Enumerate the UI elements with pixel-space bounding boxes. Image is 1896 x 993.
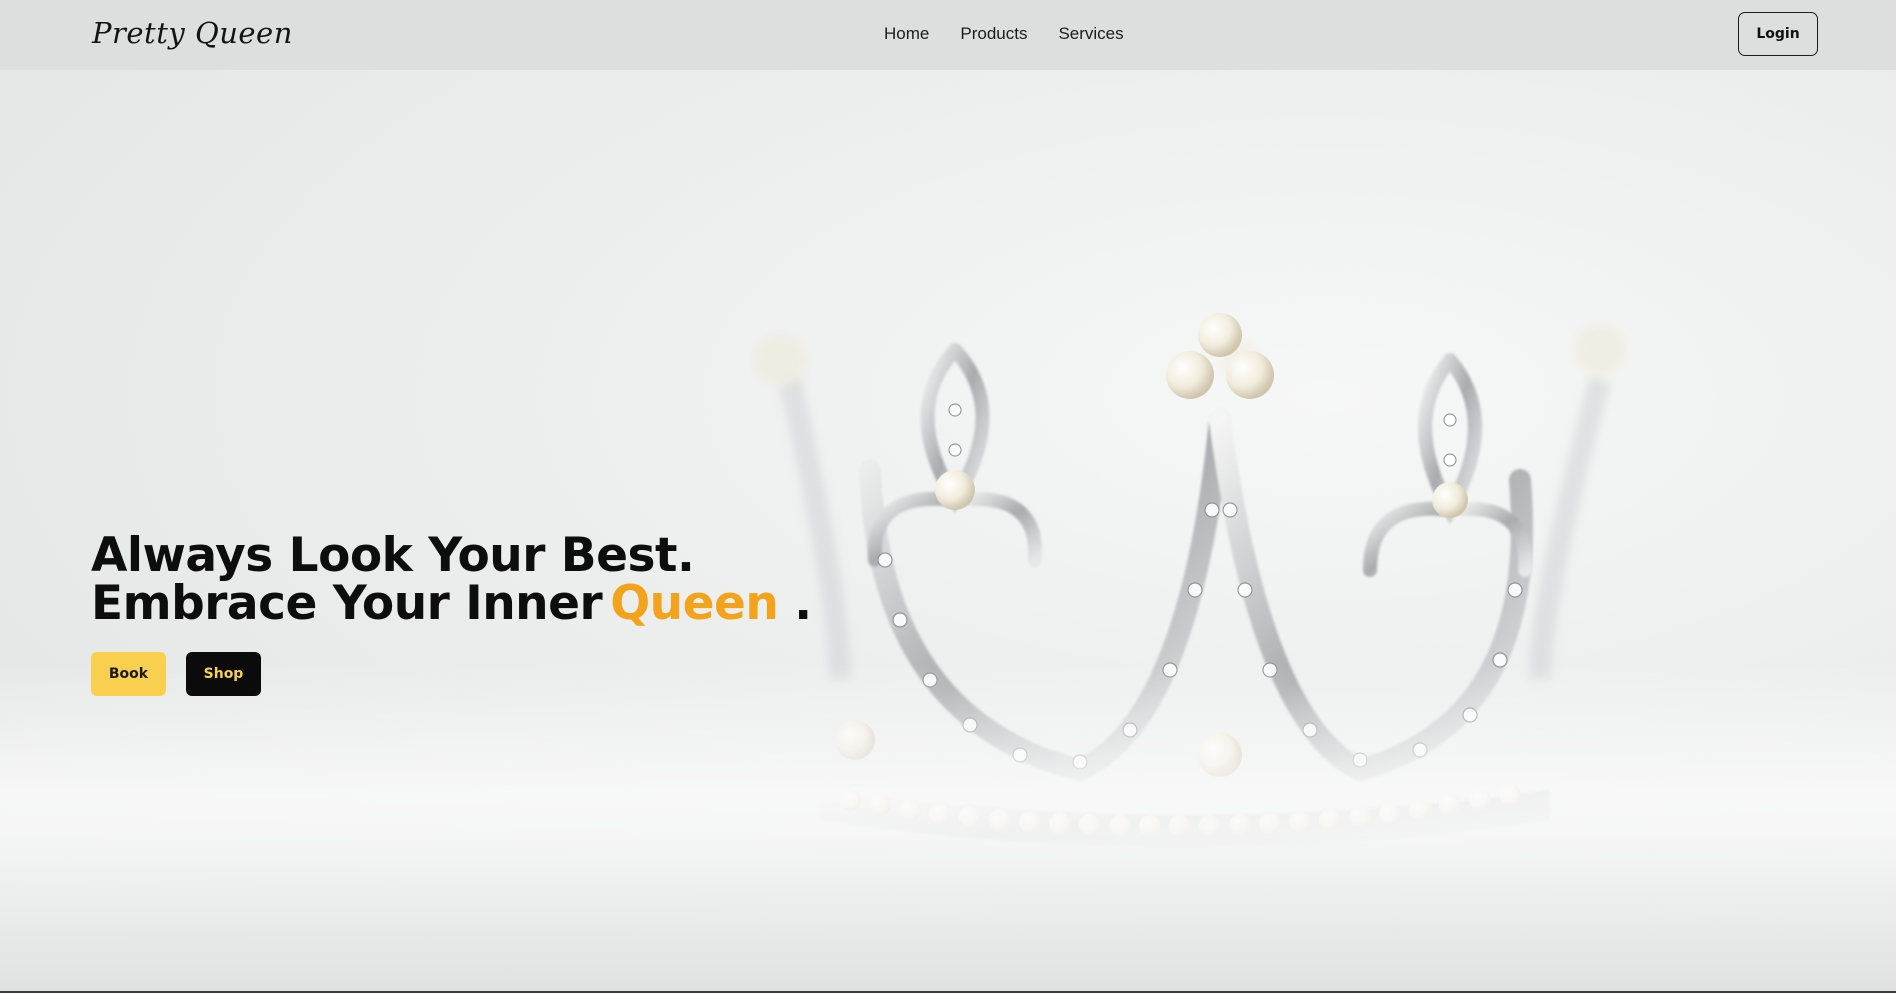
hero-line2-period: . xyxy=(794,576,812,631)
hero-headline: Always Look Your Best. Embrace Your Inne… xyxy=(91,532,812,628)
hero-headline-line1: Always Look Your Best. xyxy=(91,528,695,583)
brand-logo[interactable]: Pretty Queen xyxy=(92,16,293,50)
hero-accent-word: Queen xyxy=(610,576,779,631)
hero-headline-line2: Embrace Your Inner Queen . xyxy=(91,580,812,628)
hero-line2-prefix: Embrace Your Inner xyxy=(91,576,603,631)
hero-buttons: Book Shop xyxy=(91,652,261,696)
nav-products-link[interactable]: Products xyxy=(960,24,1027,44)
foreground-shadow xyxy=(0,833,1896,993)
landing-page: Pretty Queen Home Products Services Logi… xyxy=(0,0,1896,993)
shop-button[interactable]: Shop xyxy=(186,652,261,696)
nav-home-link[interactable]: Home xyxy=(884,24,929,44)
site-header: Pretty Queen Home Products Services Logi… xyxy=(0,0,1896,70)
nav-services-link[interactable]: Services xyxy=(1058,24,1123,44)
main-nav: Home Products Services xyxy=(884,24,1124,44)
login-button[interactable]: Login xyxy=(1738,12,1818,56)
book-button[interactable]: Book xyxy=(91,652,166,696)
